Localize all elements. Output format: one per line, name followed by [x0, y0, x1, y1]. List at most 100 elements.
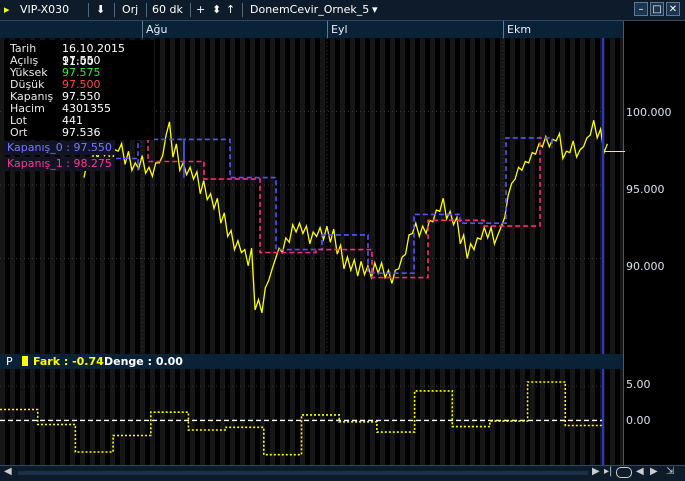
session-stripe — [50, 369, 55, 465]
session-stripe — [480, 369, 485, 465]
session-stripe — [300, 38, 305, 354]
session-stripe — [470, 38, 475, 354]
session-stripe — [400, 38, 405, 354]
session-stripe — [560, 38, 565, 354]
fark-value: Fark : -0.74 — [33, 355, 104, 368]
scroll-left-icon[interactable]: ◀ — [4, 466, 12, 477]
last-price-marker — [604, 151, 625, 152]
session-stripe — [320, 38, 325, 354]
session-stripe — [90, 369, 95, 465]
session-stripe — [570, 38, 575, 354]
session-stripe — [190, 38, 195, 354]
price-tick-95: 95.000 — [626, 183, 665, 196]
symbol-label[interactable]: VIP-X030 — [20, 3, 69, 17]
price-tick-90: 90.000 — [626, 260, 665, 273]
scroll-track[interactable] — [18, 471, 588, 475]
session-stripe — [180, 369, 185, 465]
session-stripe — [440, 38, 445, 354]
session-stripe — [510, 369, 515, 465]
template-selector[interactable]: DonemCevir_Ornek_5 — [250, 3, 369, 17]
indicator-axis — [623, 354, 685, 465]
fark-color-icon — [22, 356, 28, 366]
session-stripe — [240, 369, 245, 465]
session-stripe — [250, 369, 255, 465]
session-stripe — [40, 369, 45, 465]
session-stripe — [450, 369, 455, 465]
session-stripe — [450, 38, 455, 354]
panel-label[interactable]: P — [6, 355, 13, 368]
close-icon[interactable]: ✕ — [666, 2, 680, 16]
session-stripe — [160, 38, 165, 354]
download-icon[interactable]: ⬇ — [96, 3, 105, 17]
zoom-out-icon[interactable]: ▶ — [650, 466, 658, 477]
price-tick-100: 100.000 — [626, 106, 672, 119]
session-stripe — [580, 38, 585, 354]
symbol-prefix-icon: ▸ — [4, 3, 10, 16]
session-stripe — [280, 38, 285, 354]
scroll-end-icon[interactable]: ▸| — [604, 466, 612, 477]
session-stripe — [340, 369, 345, 465]
session-stripe — [200, 369, 205, 465]
session-stripe — [170, 38, 175, 354]
session-stripe — [390, 369, 395, 465]
fit-icon[interactable]: ⇲ — [666, 466, 674, 477]
session-stripe — [240, 38, 245, 354]
session-stripe — [400, 369, 405, 465]
denge-value: Denge : 0.00 — [104, 355, 183, 368]
session-stripe — [310, 369, 315, 465]
session-stripe — [60, 369, 65, 465]
session-stripe — [590, 369, 595, 465]
session-stripes — [0, 369, 623, 465]
session-stripe — [130, 369, 135, 465]
info-label-avg: Ort — [10, 126, 28, 139]
legend-kapanis1[interactable]: Kapanış_1 : 98.275 — [4, 157, 115, 171]
minimize-icon[interactable]: – — [634, 2, 648, 16]
legend-kapanis0[interactable]: Kapanış_0 : 97.550 — [4, 141, 115, 155]
zoom-slider-icon[interactable] — [616, 467, 632, 478]
indicator-tick-5: 5.00 — [626, 378, 651, 391]
template-dropdown-icon[interactable]: ▾ — [372, 3, 378, 17]
session-stripe — [490, 369, 495, 465]
session-stripe — [560, 369, 565, 465]
maximize-icon[interactable]: □ — [650, 2, 664, 16]
session-stripe — [470, 369, 475, 465]
session-stripe — [390, 38, 395, 354]
period-selector[interactable]: 60 dk — [152, 3, 183, 17]
session-stripe — [610, 369, 615, 465]
session-stripe — [440, 369, 445, 465]
session-stripe — [160, 369, 165, 465]
session-stripe — [360, 369, 365, 465]
up-arrow-button[interactable]: ↑ — [226, 3, 235, 17]
zoom-in-icon[interactable]: ◀ — [636, 466, 644, 477]
date-separator — [142, 21, 143, 38]
session-stripe — [190, 369, 195, 465]
session-stripe — [220, 369, 225, 465]
session-stripe — [590, 38, 595, 354]
session-stripe — [530, 369, 535, 465]
orj-button[interactable]: Orj — [122, 3, 138, 17]
session-stripe — [410, 38, 415, 354]
session-stripe — [580, 369, 585, 465]
session-stripe — [290, 369, 295, 465]
session-stripe — [20, 369, 25, 465]
indicator-chart[interactable] — [0, 369, 623, 465]
session-stripe — [230, 38, 235, 354]
cursor-icon[interactable]: ⬍ — [212, 3, 221, 17]
session-stripe — [370, 38, 375, 354]
date-label-sep: Eyl — [331, 23, 348, 36]
toolbar-separator — [146, 3, 147, 17]
date-separator — [503, 21, 504, 38]
session-stripe — [330, 369, 335, 465]
add-button[interactable]: + — [196, 3, 205, 17]
session-stripe — [80, 369, 85, 465]
scroll-bar[interactable]: ◀ ▶ ▸| ◀ ▶ ⇲ — [0, 465, 685, 481]
session-stripe — [230, 369, 235, 465]
scroll-right-icon[interactable]: ▶ — [592, 466, 600, 477]
date-label-oct: Ekm — [507, 23, 532, 36]
session-stripe — [550, 38, 555, 354]
session-stripe — [30, 369, 35, 465]
session-stripe — [10, 369, 15, 465]
session-stripe — [340, 38, 345, 354]
ohlc-info-box: Tarih 16.10.2015 11:00 Açılış 97.550 Yük… — [4, 40, 154, 140]
session-stripe — [430, 369, 435, 465]
